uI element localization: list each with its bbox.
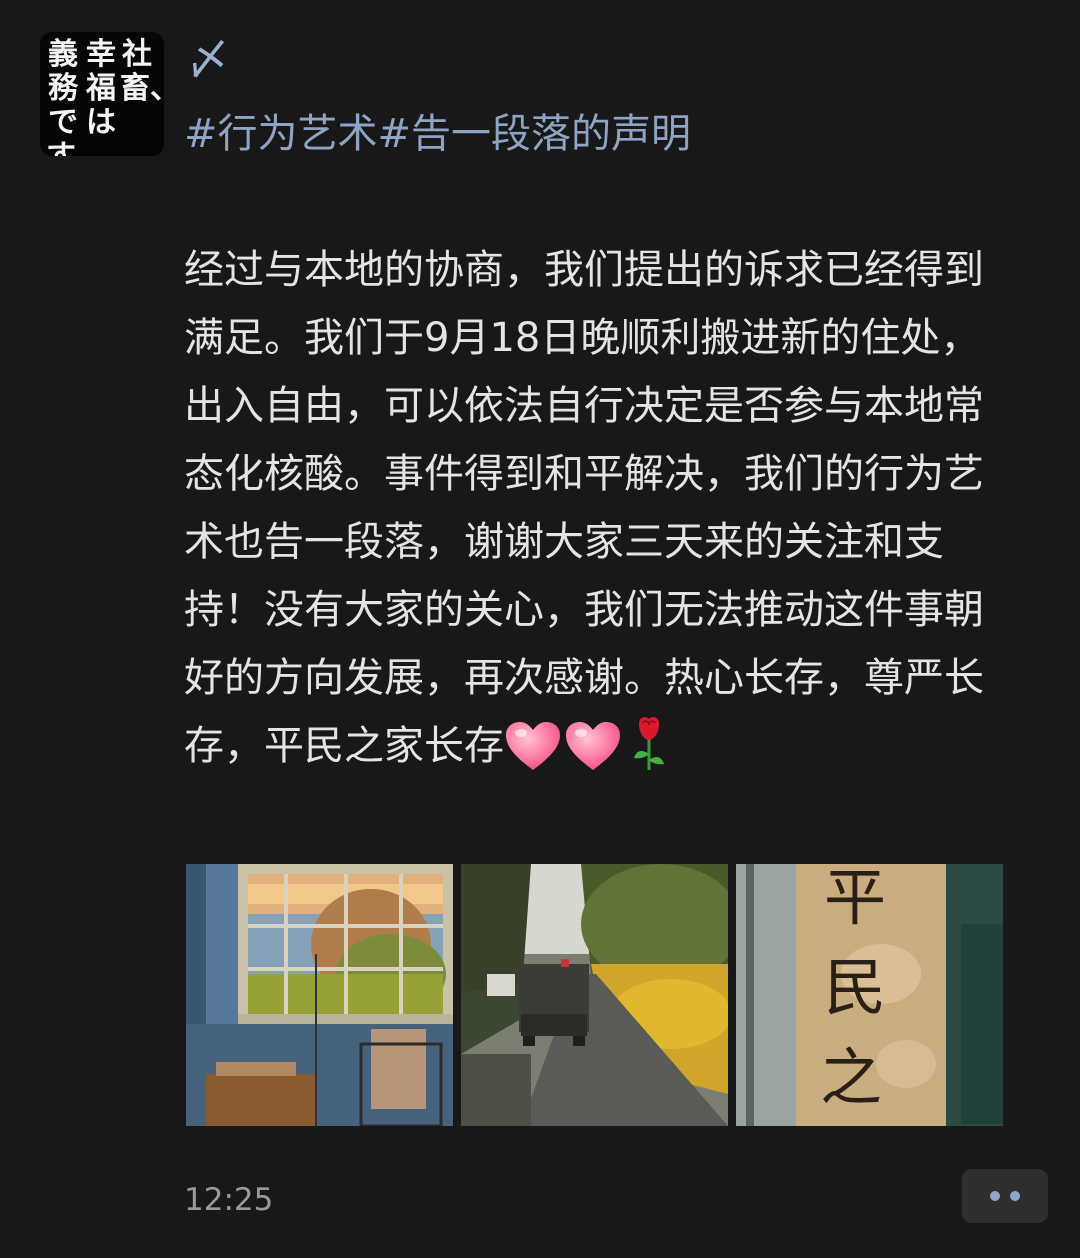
road-truck-photo[interactable] [461, 864, 728, 1126]
topic-line: #行为艺术#告一段落的声明 [184, 108, 691, 160]
post-time: 12:25 [184, 1182, 274, 1218]
banner-char-3: 之 [820, 1045, 882, 1113]
banner-char-1: 平 [824, 865, 886, 933]
calligraphy-banner-photo[interactable]: 平 民 之 [736, 864, 1003, 1126]
more-dots-icon [990, 1191, 1000, 1201]
username[interactable]: 〆 [186, 34, 230, 86]
user-avatar[interactable]: 社畜、 幸福は 義務です。 [40, 32, 164, 156]
post-body-text: 经过与本地的协商，我们提出的诉求已经得到满足。我们于9月18日晚顺利搬进新的住处… [184, 247, 984, 769]
more-button[interactable] [962, 1169, 1048, 1223]
avatar-text-col3: 義務です。 [46, 37, 103, 157]
heart-emoji [506, 722, 560, 770]
avatar-text-col1: 社畜、 [120, 37, 164, 106]
photo-grid: 平 民 之 [186, 864, 1004, 1126]
banner-char-2: 民 [824, 955, 886, 1023]
post-body: 经过与本地的协商，我们提出的诉求已经得到满足。我们于9月18日晚顺利搬进新的住处… [184, 236, 1019, 780]
emoji-row [504, 714, 670, 770]
avatar-text-col2: 幸福は [86, 37, 116, 140]
topic-tag-performance-art[interactable]: #行为艺术 [184, 111, 378, 157]
topic-tag-statement[interactable]: #告一段落的声明 [378, 111, 692, 157]
more-dots-icon [1010, 1191, 1020, 1201]
room-window-photo[interactable] [186, 864, 453, 1126]
heart-emoji [566, 722, 620, 770]
rose-emoji [634, 716, 664, 770]
